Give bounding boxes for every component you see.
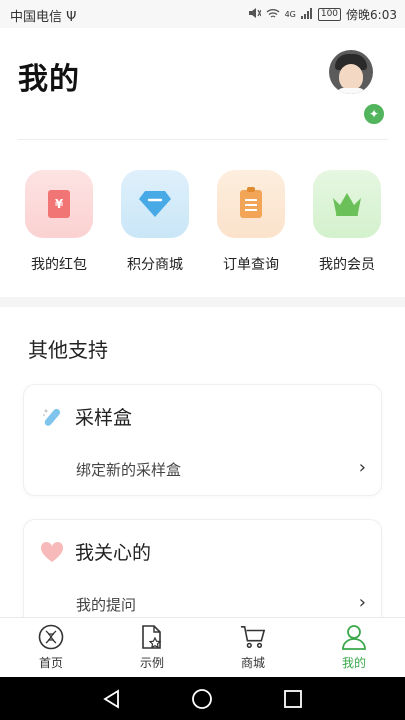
chevron-right-icon: › [358, 457, 366, 478]
sparkle-badge-icon[interactable]: ✦ [362, 102, 386, 126]
status-icons: 4G 100 傍晚6:03 [248, 6, 397, 23]
quick-actions-grid: ¥ 我的红包 积分商城 订单查询 我的会员 [0, 170, 405, 280]
tab-label: 商城 [240, 656, 265, 670]
usb-icon: Ψ [66, 10, 77, 25]
tab-label: 首页 [38, 656, 63, 670]
card-header: 采样盒 [40, 403, 132, 430]
heart-icon [40, 540, 64, 564]
red-packet-icon: ¥ [25, 170, 93, 238]
bind-sampling-box-row[interactable]: 绑定新的采样盒 › [76, 457, 366, 480]
divider [18, 139, 388, 140]
section-separator [0, 297, 405, 307]
bottom-nav: 首页 示例 商城 我的 [0, 617, 405, 677]
carrier-label: 中国电信 [10, 10, 63, 25]
tab-label: 我的 [341, 656, 366, 670]
tab-mine[interactable]: 我的 [314, 624, 394, 671]
tab-home[interactable]: 首页 [11, 624, 91, 671]
card-header: 我关心的 [40, 538, 151, 565]
test-tube-icon [40, 405, 64, 429]
quick-item-red-packet[interactable]: ¥ 我的红包 [11, 170, 107, 274]
clock: 傍晚6:03 [346, 8, 397, 22]
carrier-info: 中国电信 Ψ [10, 6, 76, 25]
quick-item-label: 订单查询 [223, 257, 279, 273]
signal-icon [300, 7, 313, 22]
cart-icon [240, 624, 266, 650]
dna-icon [38, 624, 64, 650]
tab-examples[interactable]: 示例 [112, 624, 192, 671]
quick-item-label: 积分商城 [127, 257, 183, 273]
quick-item-label: 我的会员 [319, 257, 375, 273]
row-label: 绑定新的采样盒 [76, 461, 182, 479]
card-title: 我关心的 [75, 542, 152, 564]
system-nav-bar [0, 677, 405, 720]
quick-item-label: 我的红包 [31, 257, 87, 273]
quick-item-points-mall[interactable]: 积分商城 [107, 170, 203, 274]
tab-mall[interactable]: 商城 [213, 624, 293, 671]
recent-apps-icon[interactable] [281, 687, 305, 711]
document-star-icon [139, 624, 165, 650]
wifi-icon [266, 8, 280, 22]
status-bar: 中国电信 Ψ 4G 100 傍晚6:03 [0, 0, 405, 28]
quick-item-order-query[interactable]: 订单查询 [203, 170, 299, 274]
person-icon [341, 624, 367, 650]
clipboard-icon [217, 170, 285, 238]
diamond-icon [121, 170, 189, 238]
row-label: 我的提问 [76, 596, 137, 614]
section-title: 其他支持 [28, 338, 108, 362]
tab-label: 示例 [139, 656, 164, 670]
battery-level: 100 [317, 8, 342, 21]
quick-item-membership[interactable]: 我的会员 [299, 170, 395, 274]
sampling-box-card: 采样盒 绑定新的采样盒 › [23, 384, 382, 496]
chevron-right-icon: › [358, 592, 366, 613]
my-questions-row[interactable]: 我的提问 › [76, 592, 366, 615]
mute-icon [248, 7, 262, 22]
my-concerns-card: 我关心的 我的提问 › [23, 519, 382, 629]
back-icon[interactable] [100, 687, 124, 711]
card-title: 采样盒 [75, 407, 133, 429]
avatar[interactable] [329, 50, 373, 94]
page-title: 我的 [18, 62, 80, 97]
home-icon[interactable] [190, 687, 214, 711]
crown-icon [313, 170, 381, 238]
network-type: 4G [284, 10, 296, 19]
